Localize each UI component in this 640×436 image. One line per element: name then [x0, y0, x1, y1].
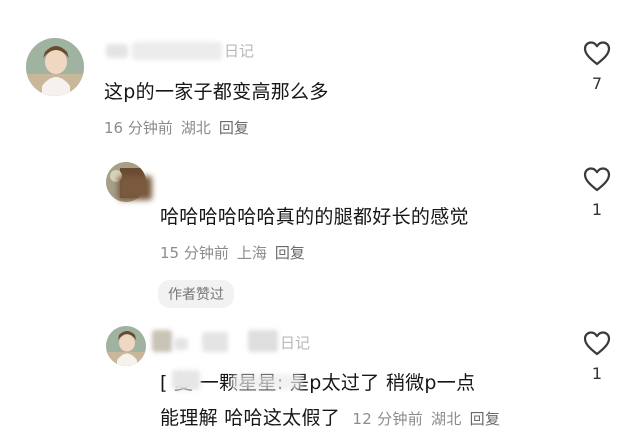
- avatar[interactable]: [106, 326, 146, 366]
- location: 湖北: [431, 410, 462, 428]
- location: 湖北: [180, 119, 211, 137]
- reply-button[interactable]: 回复: [219, 119, 249, 137]
- location: 上海: [236, 244, 267, 262]
- like-button[interactable]: 1: [577, 330, 617, 383]
- comment-meta: 15 分钟前 上海 回复: [160, 242, 313, 263]
- timestamp: 15 分钟前: [160, 244, 229, 262]
- username[interactable]: 日记: [104, 40, 304, 62]
- comment-text: 这p的一家子都变高那么多: [104, 81, 329, 103]
- comment-meta: 12 分钟前 湖北 回复: [352, 410, 508, 428]
- username-text: 日记: [280, 334, 311, 352]
- like-count: 1: [591, 364, 603, 383]
- reply-button[interactable]: 回复: [470, 410, 501, 428]
- like-count: 7: [591, 74, 603, 93]
- author-liked-badge: 作者赞过: [158, 280, 234, 308]
- heart-icon: [583, 331, 611, 356]
- comment-text: 哈哈哈哈哈哈真的的腿都好长的感觉: [160, 206, 469, 228]
- avatar[interactable]: [26, 38, 84, 96]
- quote-name-redacted: [172, 370, 200, 390]
- comment-meta: 16 分钟前 湖北 回复: [104, 117, 257, 138]
- comment-text-tail: 能理解 哈哈这太假了: [160, 407, 341, 429]
- username-redacted: [118, 176, 152, 200]
- username[interactable]: 日记: [152, 330, 332, 352]
- heart-icon: [583, 167, 611, 192]
- comment-text-line-2: 能理解 哈哈这太假了 12 分钟前 湖北 回复: [160, 403, 508, 430]
- timestamp: 16 分钟前: [104, 119, 173, 137]
- timestamp: 12 分钟前: [352, 410, 424, 428]
- username-text: 日记: [224, 42, 255, 60]
- like-count: 1: [591, 200, 603, 219]
- heart-icon: [583, 41, 611, 66]
- like-button[interactable]: 1: [577, 166, 617, 219]
- like-button[interactable]: 7: [577, 40, 617, 93]
- comment-text: [ 复 一颗星星: 是p太过了 稍微p一点: [160, 372, 476, 394]
- quote-name-redacted: [232, 374, 302, 390]
- reply-button[interactable]: 回复: [275, 244, 305, 262]
